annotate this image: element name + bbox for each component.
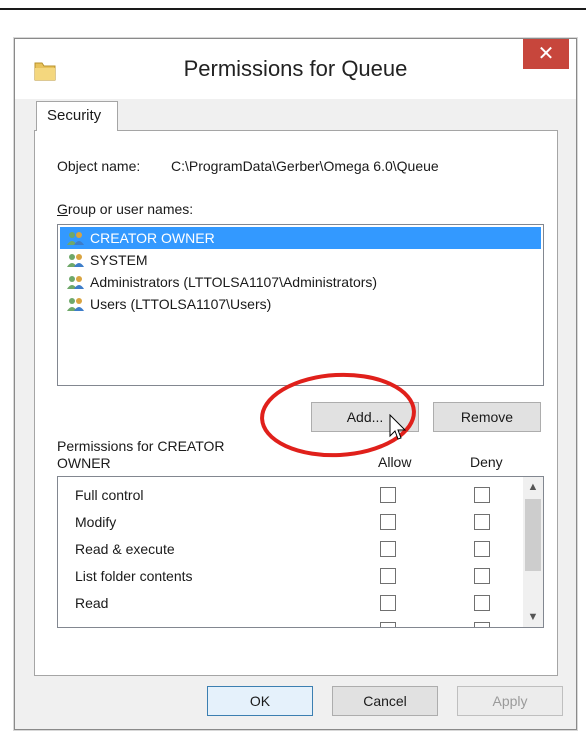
users-group-icon (67, 254, 84, 267)
scrollbar-thumb[interactable] (525, 499, 541, 571)
deny-checkbox[interactable] (474, 568, 490, 584)
allow-checkbox[interactable] (380, 568, 396, 584)
users-group-icon (67, 276, 84, 289)
permission-row: Full control (58, 481, 523, 509)
group-label-mnemonic: G (57, 201, 68, 217)
apply-button: Apply (457, 686, 563, 716)
group-label-text: roup or user names: (67, 201, 194, 217)
permission-row: List folder contents (58, 562, 523, 590)
deny-checkbox[interactable] (474, 487, 490, 503)
allow-checkbox[interactable] (380, 514, 396, 530)
users-group-icon (67, 232, 84, 245)
permissions-dialog: Permissions for Queue ✕ Security Object … (14, 38, 577, 730)
permission-name: Read (75, 595, 109, 611)
permission-row: Read & execute (58, 535, 523, 563)
chevron-up-icon[interactable]: ▲ (523, 477, 543, 497)
list-item-creator-owner[interactable]: CREATOR OWNER (60, 227, 541, 249)
cancel-button[interactable]: Cancel (332, 686, 438, 716)
permission-row: Modify (58, 508, 523, 536)
list-item-users[interactable]: Users (LTTOLSA1107\Users) (60, 293, 541, 315)
deny-checkbox[interactable] (474, 541, 490, 557)
title-bar[interactable]: Permissions for Queue ✕ (15, 39, 576, 99)
permission-name: Read & execute (75, 541, 175, 557)
user-name: CREATOR OWNER (90, 230, 215, 246)
permission-name: Modify (75, 514, 117, 530)
group-user-list[interactable]: CREATOR OWNER SYSTEM Administrators (LTT… (57, 224, 544, 386)
allow-column-header: Allow (378, 454, 412, 470)
ok-button[interactable]: OK (207, 686, 313, 716)
list-item-system[interactable]: SYSTEM (60, 249, 541, 271)
deny-column-header: Deny (470, 454, 503, 470)
deny-checkbox[interactable] (474, 514, 490, 530)
permission-row: Read (58, 589, 523, 617)
remove-button[interactable]: Remove (433, 402, 541, 432)
top-border-line (0, 8, 586, 10)
deny-checkbox[interactable] (474, 595, 490, 611)
security-panel: Object name: C:\ProgramData\Gerber\Omega… (34, 130, 558, 676)
group-names-label: Group or user names: (57, 201, 193, 217)
user-name: Administrators (LTTOLSA1107\Administrato… (90, 274, 378, 290)
object-name-label: Object name: (57, 158, 141, 174)
allow-checkbox[interactable] (380, 622, 396, 627)
list-item-administrators[interactable]: Administrators (LTTOLSA1107\Administrato… (60, 271, 541, 293)
chevron-down-icon[interactable]: ▼ (523, 607, 543, 627)
permissions-label: Permissions for CREATOR OWNER (57, 438, 225, 471)
permission-name: Full control (75, 487, 144, 503)
mouse-cursor-icon (389, 414, 407, 440)
tab-security[interactable]: Security (36, 101, 118, 131)
users-group-icon (67, 298, 84, 311)
object-name-value: C:\ProgramData\Gerber\Omega 6.0\Queue (171, 158, 439, 174)
permission-row-partial (58, 616, 523, 627)
allow-checkbox[interactable] (380, 541, 396, 557)
user-name: Users (LTTOLSA1107\Users) (90, 296, 272, 312)
dialog-title: Permissions for Queue (183, 56, 408, 81)
user-name: SYSTEM (90, 252, 148, 268)
deny-checkbox[interactable] (474, 622, 490, 627)
allow-checkbox[interactable] (380, 487, 396, 503)
permissions-list[interactable]: Full control Modify Read & execute List … (57, 476, 544, 628)
close-button[interactable]: ✕ (523, 39, 569, 69)
vertical-scrollbar[interactable]: ▲ ▼ (523, 477, 543, 627)
allow-checkbox[interactable] (380, 595, 396, 611)
permission-name: List folder contents (75, 568, 193, 584)
